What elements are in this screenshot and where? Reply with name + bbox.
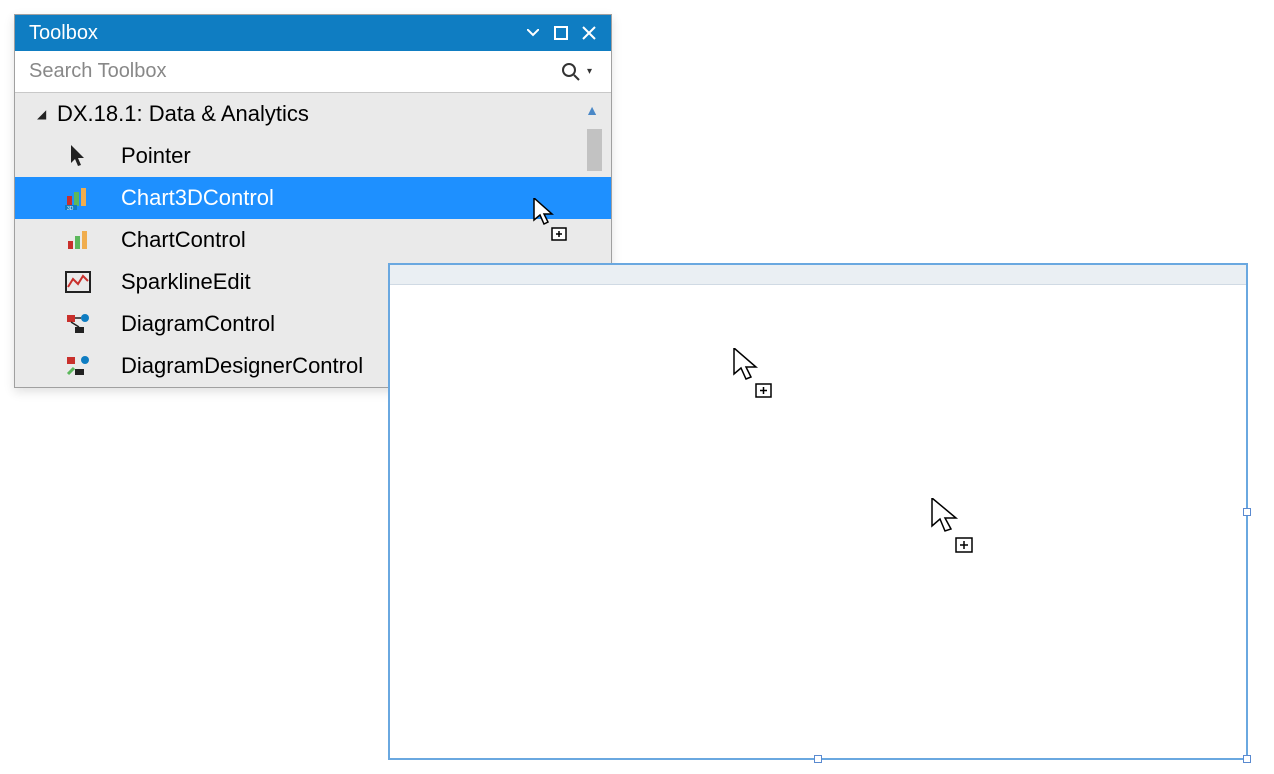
toolbox-item-chart[interactable]: ChartControl (15, 219, 611, 261)
resize-handle-corner[interactable] (1243, 755, 1251, 763)
search-input[interactable] (29, 60, 559, 83)
dropdown-icon[interactable] (519, 19, 547, 47)
diagram-icon (63, 309, 93, 339)
dock-icon[interactable] (547, 19, 575, 47)
chart3d-icon: 3D (63, 183, 93, 213)
svg-text:3D: 3D (67, 206, 74, 210)
toolbox-item-pointer[interactable]: Pointer (15, 135, 611, 177)
item-label: Pointer (121, 143, 191, 169)
designer-topband (390, 265, 1246, 285)
resize-handle-right[interactable] (1243, 508, 1251, 516)
item-label: Chart3DControl (121, 185, 274, 211)
chart-icon (63, 225, 93, 255)
expand-icon: ◢ (37, 107, 51, 121)
toolbox-title: Toolbox (29, 22, 519, 45)
scroll-up-icon[interactable]: ▲ (583, 101, 601, 119)
search-icon[interactable] (559, 60, 583, 84)
scroll-thumb[interactable] (587, 129, 602, 171)
item-label: DiagramDesignerControl (121, 353, 363, 379)
search-options-icon[interactable]: ▾ (587, 66, 601, 77)
item-label: ChartControl (121, 227, 246, 253)
category-header[interactable]: ◢ DX.18.1: Data & Analytics (15, 93, 611, 135)
pointer-icon (63, 141, 93, 171)
close-icon[interactable] (575, 19, 603, 47)
resize-handle-bottom[interactable] (814, 755, 822, 763)
category-label: DX.18.1: Data & Analytics (57, 101, 309, 127)
designer-surface[interactable] (388, 263, 1248, 760)
search-row: ▾ (15, 51, 611, 93)
item-label: DiagramControl (121, 311, 275, 337)
item-label: SparklineEdit (121, 269, 251, 295)
toolbox-titlebar[interactable]: Toolbox (15, 15, 611, 51)
sparkline-icon (63, 267, 93, 297)
toolbox-item-chart3d[interactable]: 3D Chart3DControl (15, 177, 611, 219)
diagramdesigner-icon (63, 351, 93, 381)
